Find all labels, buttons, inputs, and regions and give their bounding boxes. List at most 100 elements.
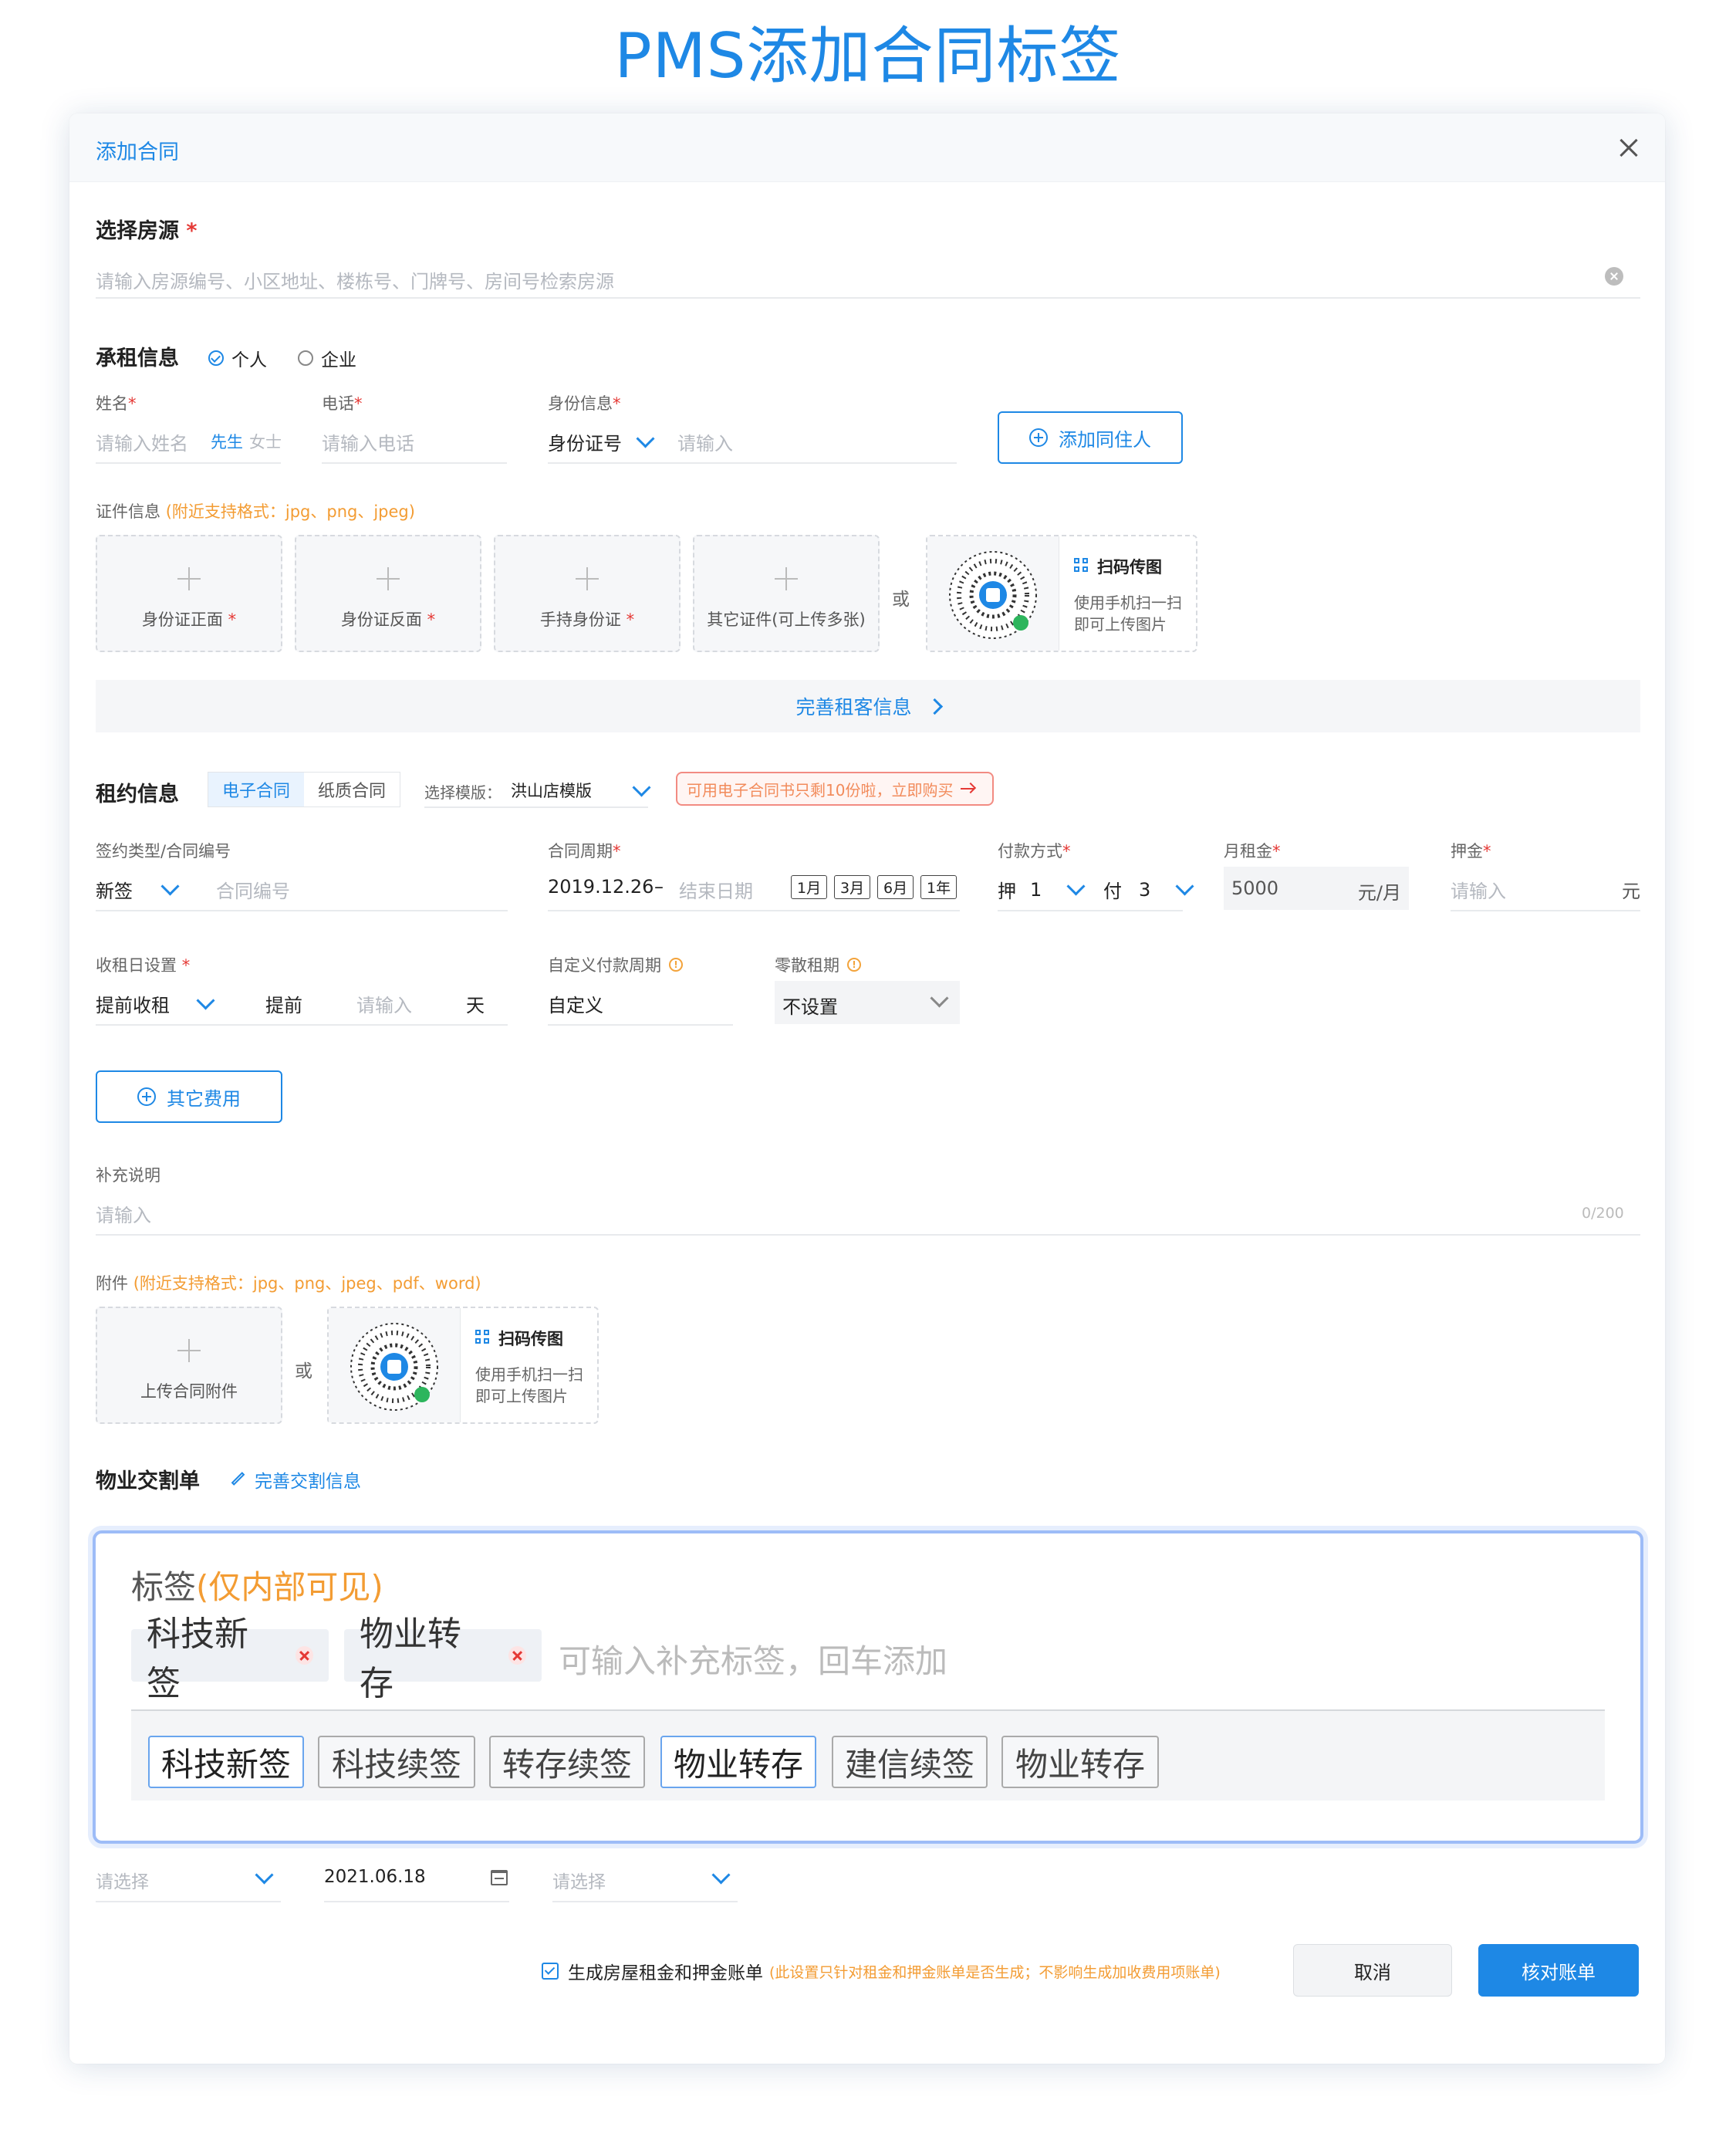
tag-option[interactable]: 物业转存 — [660, 1736, 816, 1788]
generate-bill-option[interactable]: 生成房屋租金和押金账单 (此设置只针对租金和押金账单是否生成；不影响生成加收费用… — [542, 1958, 1221, 1984]
cancel-button[interactable]: 取消 — [1293, 1944, 1452, 1997]
complete-tenant-info-button[interactable]: 完善租客信息 — [96, 680, 1640, 732]
other-fees-button[interactable]: 其它费用 — [96, 1070, 282, 1123]
modal-header: 添加合同 — [69, 113, 1665, 182]
deposit-input[interactable]: 请输入 — [1451, 876, 1506, 903]
scan-upload-box[interactable]: 扫码传图 使用手机扫一扫 即可上传图片 — [926, 535, 1197, 652]
phone-label: 电话* — [322, 394, 363, 413]
tab-paper[interactable]: 纸质合同 — [304, 773, 400, 806]
qr-code-icon — [350, 1323, 438, 1411]
collect-days-input[interactable]: 请输入 — [356, 990, 412, 1017]
selected-tag: 科技新签 — [131, 1615, 329, 1703]
button-label: 添加同住人 — [1059, 428, 1151, 451]
chevron-down-icon — [160, 877, 180, 896]
upload-attachment[interactable]: 上传合同附件 — [96, 1307, 282, 1424]
custom-cycle-label: 自定义付款周期 ! — [548, 953, 683, 976]
start-date-input[interactable]: 2019.12.26 — [548, 876, 654, 898]
chevron-down-icon — [1175, 877, 1194, 896]
underline — [548, 910, 960, 911]
chevron-down-icon — [930, 989, 949, 1008]
underline — [96, 1901, 281, 1902]
tenant-type-personal[interactable]: 个人 — [208, 345, 267, 371]
gender-mr[interactable]: 先生 — [211, 430, 243, 453]
underline — [998, 910, 1183, 911]
select-placeholder: 请选择 — [552, 1872, 606, 1892]
underline — [552, 1901, 738, 1902]
room-search-input[interactable]: 请输入房源编号、小区地址、楼栋号、门牌号、房间号检索房源 — [96, 266, 614, 293]
remove-tag-icon[interactable] — [508, 1646, 526, 1665]
qr-grid-icon — [1074, 558, 1089, 573]
template-value: 洪山店模版 — [511, 782, 592, 800]
name-input[interactable]: 请输入姓名 — [96, 428, 188, 455]
rent-input[interactable]: 5000 元/月 — [1224, 867, 1409, 910]
underline — [96, 910, 508, 911]
add-cohabitant-button[interactable]: 添加同住人 — [998, 411, 1183, 464]
upload-id-back[interactable]: 身份证反面 * — [295, 535, 481, 652]
complete-handover-link[interactable]: 完善交割信息 — [231, 1466, 361, 1493]
close-icon[interactable] — [1619, 137, 1639, 157]
period-chip-6m[interactable]: 6月 — [877, 875, 914, 899]
contract-no-input[interactable]: 合同编号 — [216, 876, 290, 903]
period-chip-3m[interactable]: 3月 — [834, 875, 871, 899]
collect-prefix: 提前 — [265, 995, 302, 1016]
purchase-warning[interactable]: 可用电子合同书只剩10份啦，立即购买 — [676, 772, 994, 806]
plus-icon — [775, 567, 798, 590]
name-label: 姓名* — [96, 394, 137, 413]
custom-cycle-input[interactable]: 自定义 — [548, 990, 603, 1017]
id-type-value: 身份证号 — [548, 433, 622, 455]
scan-desc: 使用手机扫一扫 — [1074, 593, 1182, 612]
scan-upload-box[interactable]: 扫码传图 使用手机扫一扫 即可上传图片 — [327, 1307, 599, 1424]
period-chip-1m[interactable]: 1月 — [791, 875, 828, 899]
divider — [96, 297, 1640, 299]
calendar-icon — [491, 1870, 508, 1885]
info-icon[interactable]: ! — [669, 958, 683, 972]
date-picker[interactable]: 2021.06.18 — [324, 1867, 509, 1887]
collect-type-select[interactable]: 提前收租 — [96, 990, 215, 1017]
scan-title: 扫码传图 — [1097, 558, 1162, 577]
tag-option[interactable]: 建信续签 — [832, 1736, 988, 1788]
radio-label: 企业 — [321, 350, 356, 370]
tag-input[interactable]: 可输入补充标签，回车添加 — [559, 1635, 947, 1682]
clear-icon[interactable] — [1605, 267, 1623, 286]
qr-grid-icon — [475, 1330, 491, 1345]
end-date-input[interactable]: 结束日期 — [679, 876, 753, 903]
upload-id-front[interactable]: 身份证正面 * — [96, 535, 282, 652]
gender-ms[interactable]: 女士 — [249, 430, 282, 453]
tenant-type-company[interactable]: 企业 — [298, 345, 356, 371]
remark-input[interactable]: 请输入 — [96, 1200, 151, 1227]
tag-label: 科技新签 — [147, 1615, 248, 1703]
link-label: 完善交割信息 — [255, 1472, 361, 1492]
pay-months-value: 3 — [1139, 878, 1151, 901]
remove-tag-icon[interactable] — [295, 1646, 313, 1665]
phone-input[interactable]: 请输入电话 — [322, 428, 414, 455]
tag-label: 物业转存 — [360, 1615, 461, 1703]
qr-code-icon — [949, 551, 1037, 639]
upload-id-handheld[interactable]: 手持身份证 * — [494, 535, 681, 652]
tag-options: 科技新签 科技续签 转存续签 物业转存 建信续签 物业转存 — [131, 1711, 1605, 1801]
check-bill-button[interactable]: 核对账单 — [1478, 1944, 1639, 1997]
select-2[interactable]: 请选择 — [552, 1865, 738, 1893]
deposit-months-select[interactable]: 押 1 — [998, 876, 1086, 903]
odd-period-label: 零散租期 ! — [775, 953, 861, 976]
id-number-input[interactable]: 请输入 — [677, 428, 733, 455]
period-chip-1y[interactable]: 1年 — [920, 875, 958, 899]
id-label: 身份信息* — [548, 394, 621, 413]
pay-months-select[interactable]: 付 3 — [1103, 876, 1194, 903]
tag-option[interactable]: 科技续签 — [318, 1736, 475, 1788]
modal-title: 添加合同 — [96, 140, 179, 164]
id-type-select[interactable]: 身份证号 — [548, 428, 655, 455]
tag-option[interactable]: 科技新签 — [148, 1736, 304, 1788]
scan-desc: 即可上传图片 — [1074, 615, 1167, 634]
tag-option[interactable]: 物业转存 — [1001, 1736, 1159, 1788]
select-1[interactable]: 请选择 — [96, 1865, 281, 1893]
chevron-down-icon — [636, 429, 655, 448]
tag-option[interactable]: 转存续签 — [489, 1736, 645, 1788]
deposit-prefix: 押 — [998, 881, 1016, 902]
sign-type-select[interactable]: 新签 — [96, 876, 180, 903]
scan-desc: 即可上传图片 — [475, 1387, 568, 1405]
odd-period-select[interactable]: 不设置 — [775, 981, 960, 1024]
upload-other-certs[interactable]: 其它证件(可上传多张) — [693, 535, 880, 652]
info-icon[interactable]: ! — [847, 958, 861, 972]
template-select[interactable]: 洪山店模版 — [511, 777, 651, 802]
tab-electronic[interactable]: 电子合同 — [208, 773, 304, 806]
